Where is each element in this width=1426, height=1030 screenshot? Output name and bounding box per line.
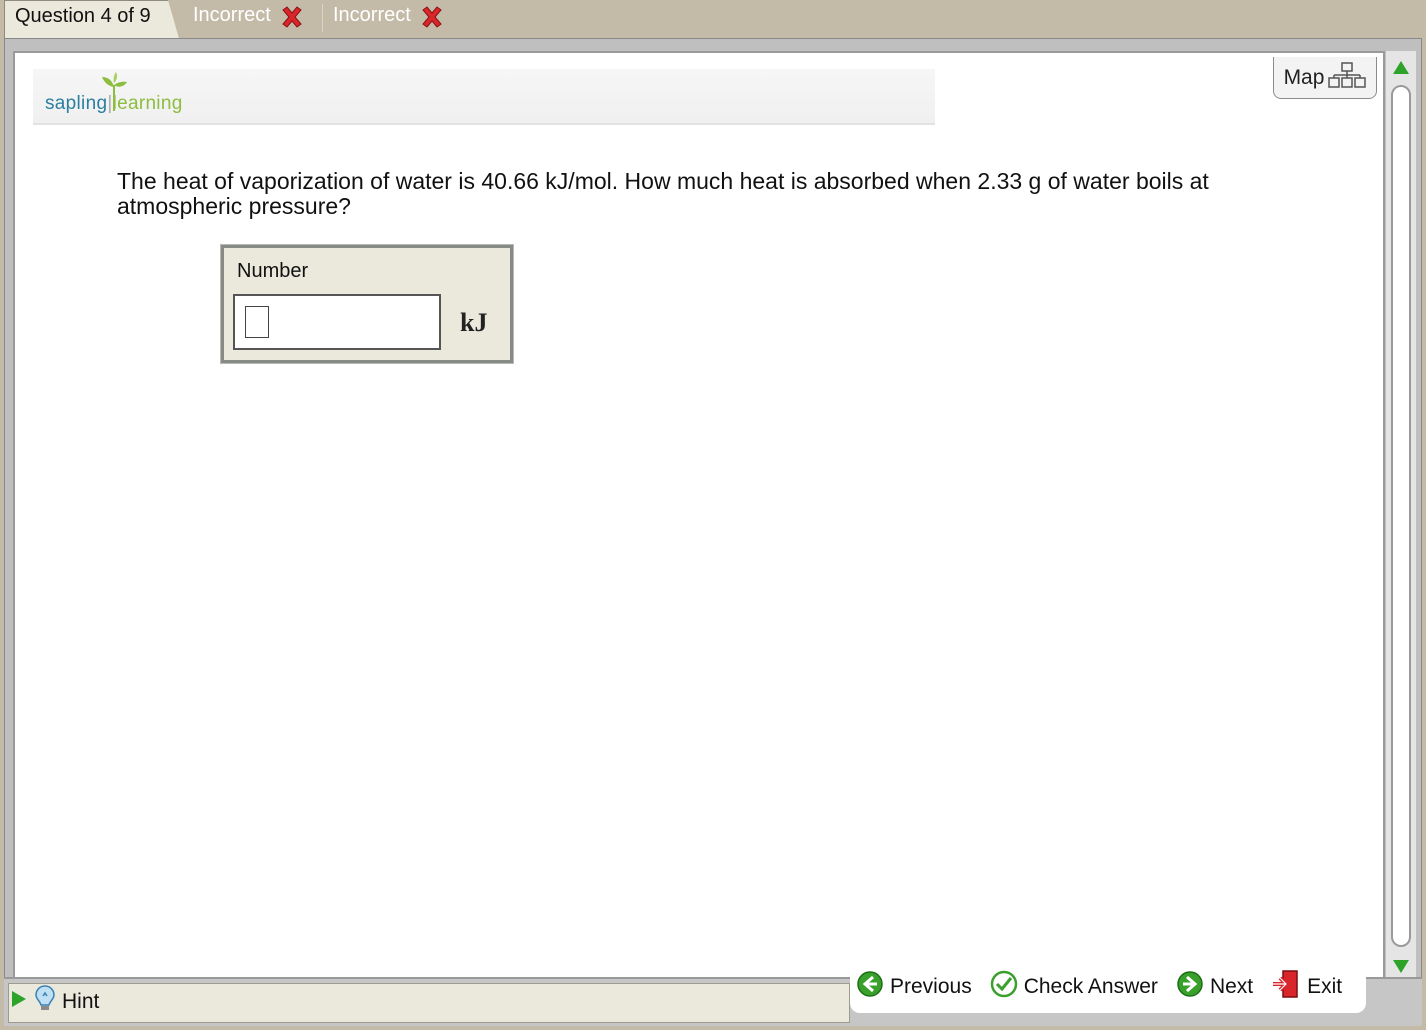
tab-attempt-label: Incorrect — [193, 4, 271, 26]
question-frame: sapling|learning Map The heat of vaporiz… — [4, 38, 1422, 1026]
exit-door-icon — [1271, 969, 1301, 1005]
check-answer-button[interactable]: Check Answer — [990, 970, 1158, 1004]
nav-buttons: Previous Check Answer Next Exit — [856, 969, 1342, 1005]
tab-separator — [322, 4, 323, 32]
answer-unit: kJ — [460, 308, 488, 337]
red-x-icon — [419, 4, 445, 30]
play-icon — [10, 989, 28, 1015]
bottom-toolbar: Hint Previous Check Answer Next Exit — [4, 965, 1422, 1026]
question-tabbar: Question 4 of 9 Incorrect Incorrect — [0, 0, 1426, 42]
tab-attempt-label: Incorrect — [333, 4, 411, 26]
text-cursor — [245, 306, 269, 338]
next-label: Next — [1209, 975, 1254, 998]
tab-attempt-2[interactable]: Incorrect — [333, 0, 445, 36]
red-x-icon — [279, 4, 305, 30]
sitemap-icon — [1328, 61, 1367, 95]
answer-box: Number kJ — [220, 244, 514, 364]
tab-current-question-label: Question 4 of 9 — [15, 5, 151, 27]
previous-arrow-icon — [856, 970, 884, 1004]
hint-label: Hint — [62, 990, 100, 1013]
scroll-thumb[interactable] — [1391, 85, 1411, 947]
exit-button[interactable]: Exit — [1271, 969, 1342, 1005]
tab-current-question[interactable]: Question 4 of 9 — [4, 0, 180, 42]
map-button-label: Map — [1283, 65, 1325, 89]
hint-button[interactable]: Hint — [10, 985, 99, 1019]
lightbulb-icon — [34, 984, 56, 1020]
next-button[interactable]: Next — [1176, 970, 1253, 1004]
sapling-learning-logo: sapling|learning — [45, 93, 183, 114]
question-content-area: sapling|learning Map The heat of vaporiz… — [13, 51, 1385, 983]
checkmark-icon — [990, 970, 1018, 1004]
exit-label: Exit — [1307, 975, 1343, 998]
scroll-up-icon[interactable] — [1390, 57, 1412, 79]
logo-header: sapling|learning — [33, 69, 935, 125]
hint-bar — [8, 983, 850, 1023]
check-answer-label: Check Answer — [1023, 975, 1158, 998]
answer-label: Number — [237, 260, 309, 282]
question-text: The heat of vaporization of water is 40.… — [117, 168, 1209, 219]
previous-button[interactable]: Previous — [856, 970, 972, 1004]
logo-learning-text: learning — [112, 93, 183, 114]
logo-sapling-text: sapling — [45, 93, 108, 114]
scroll-down-icon[interactable] — [1390, 955, 1412, 977]
map-button[interactable]: Map — [1273, 57, 1377, 99]
next-arrow-icon — [1176, 970, 1204, 1004]
previous-label: Previous — [890, 975, 972, 998]
vertical-scrollbar[interactable] — [1386, 51, 1416, 983]
tab-attempt-1[interactable]: Incorrect — [193, 0, 305, 36]
answer-number-input[interactable] — [233, 294, 441, 350]
